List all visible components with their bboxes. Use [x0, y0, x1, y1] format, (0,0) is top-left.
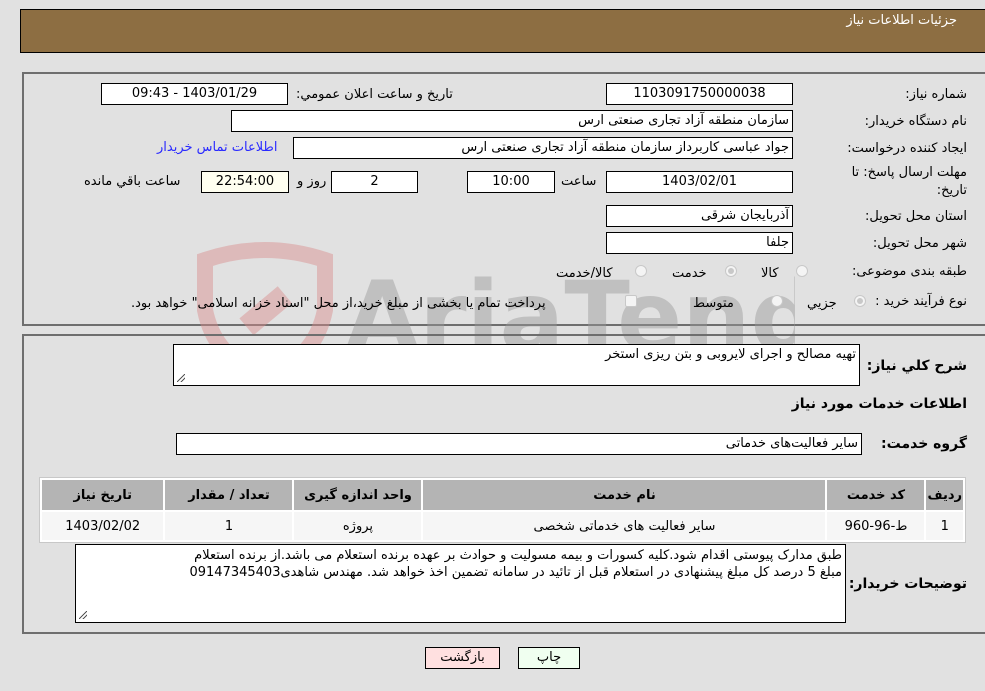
- creator-label: ایجاد کننده درخواست:: [847, 141, 967, 156]
- category-radio-goods[interactable]: [796, 265, 808, 277]
- days-label: روز و: [297, 174, 327, 189]
- table-row: 1 ط-96-960 سایر فعالیت های خدماتی شخصی پ…: [42, 512, 963, 540]
- deadline-time-field[interactable]: 10:00: [467, 171, 555, 193]
- services-table-header: ردیف کد خدمت نام خدمت واحد اندازه گیری ت…: [42, 480, 963, 510]
- cell-row-number: 1: [926, 512, 963, 540]
- remaining-time-field[interactable]: 22:54:00: [201, 171, 289, 193]
- buyer-notes-line-2: مبلغ 5 درصد کل مبلغ پیشنهادی در استعلام …: [189, 565, 842, 580]
- page-header: [20, 9, 985, 53]
- col-unit: واحد اندازه گیری: [294, 480, 422, 510]
- cell-quantity: 1: [165, 512, 293, 540]
- creator-field[interactable]: جواد عباسی کاربرداز سازمان منطقه آزاد تج…: [293, 137, 793, 159]
- cell-unit: پروژه: [294, 512, 422, 540]
- description-textarea[interactable]: تهیه مصالح و اجرای لایروبی و بتن ریزی اس…: [173, 344, 860, 386]
- col-need-date: تاریخ نیاز: [42, 480, 164, 510]
- province-label: استان محل تحویل:: [865, 209, 967, 224]
- cell-need-date: 1403/02/02: [42, 512, 164, 540]
- page-title: جزئیات اطلاعات نیاز: [846, 13, 957, 28]
- category-option-goods-service: کالا/خدمت: [556, 266, 613, 281]
- treasury-note: پرداخت تمام یا بخشی از مبلغ خرید،از محل …: [131, 296, 546, 311]
- col-quantity: تعداد / مقدار: [165, 480, 293, 510]
- process-label: نوع فرآیند خرید :: [875, 294, 967, 309]
- announce-datetime-field[interactable]: 1403/01/29 - 09:43: [101, 83, 288, 105]
- description-text: تهیه مصالح و اجرای لایروبی و بتن ریزی اس…: [605, 347, 856, 362]
- process-option-minor: جزيي: [807, 296, 837, 311]
- province-field[interactable]: آذربایجان شرقی: [606, 205, 793, 227]
- deadline-label-date: تاریخ:: [936, 183, 967, 198]
- col-service-name: نام خدمت: [423, 480, 826, 510]
- city-label: شهر محل تحویل:: [872, 236, 967, 251]
- buyer-notes-label: توضیحات خریدار:: [848, 576, 967, 592]
- need-number-field[interactable]: 1103091750000038: [606, 83, 793, 105]
- days-remaining-field[interactable]: 2: [331, 171, 418, 193]
- service-group-label: گروه خدمت:: [881, 436, 967, 452]
- deadline-label: مهلت ارسال پاسخ: تا: [851, 165, 967, 180]
- services-section-title: اطلاعات خدمات مورد نیاز: [791, 396, 967, 412]
- category-label: طبقه بندی موضوعی:: [851, 264, 967, 279]
- need-number-label: شماره نیاز:: [905, 87, 967, 102]
- deadline-time-label: ساعت: [561, 174, 597, 189]
- remaining-label: ساعت باقي مانده: [84, 174, 181, 189]
- service-group-field[interactable]: سایر فعالیت‌های خدماتی: [176, 433, 862, 455]
- resize-grip-icon[interactable]: [79, 611, 87, 619]
- deadline-date-field[interactable]: 1403/02/01: [606, 171, 793, 193]
- cell-service-code: ط-96-960: [827, 512, 925, 540]
- buyer-org-field[interactable]: سازمان منطقه آزاد تجاری صنعتی ارس: [231, 110, 793, 132]
- buyer-org-label: نام دستگاه خریدار:: [864, 114, 967, 129]
- print-button[interactable]: چاپ: [518, 647, 580, 669]
- city-field[interactable]: جلفا: [606, 232, 793, 254]
- category-radio-goods-service[interactable]: [635, 265, 647, 277]
- buyer-notes-line-1: طبق مدارک پیوستی اقدام شود.کلیه کسورات و…: [194, 548, 842, 563]
- category-option-goods: کالا: [761, 266, 779, 281]
- process-radio-minor[interactable]: [854, 295, 866, 307]
- resize-grip-icon[interactable]: [177, 374, 185, 382]
- process-option-medium: متوسط: [693, 296, 734, 311]
- services-table: ردیف کد خدمت نام خدمت واحد اندازه گیری ت…: [39, 477, 966, 543]
- buyer-notes-textarea[interactable]: طبق مدارک پیوستی اقدام شود.کلیه کسورات و…: [75, 544, 846, 623]
- buyer-contact-link[interactable]: اطلاعات تماس خریدار: [157, 140, 277, 155]
- col-row-number: ردیف: [926, 480, 963, 510]
- col-service-code: کد خدمت: [827, 480, 925, 510]
- treasury-checkbox[interactable]: [625, 295, 637, 307]
- description-label: شرح كلي نياز:: [866, 358, 967, 374]
- announce-label: تاریخ و ساعت اعلان عمومي:: [296, 87, 453, 102]
- cell-service-name: سایر فعالیت های خدماتی شخصی: [423, 512, 826, 540]
- category-radio-service[interactable]: [725, 265, 737, 277]
- process-radio-medium[interactable]: [771, 295, 783, 307]
- category-option-service: خدمت: [672, 266, 707, 281]
- back-button[interactable]: بازگشت: [425, 647, 500, 669]
